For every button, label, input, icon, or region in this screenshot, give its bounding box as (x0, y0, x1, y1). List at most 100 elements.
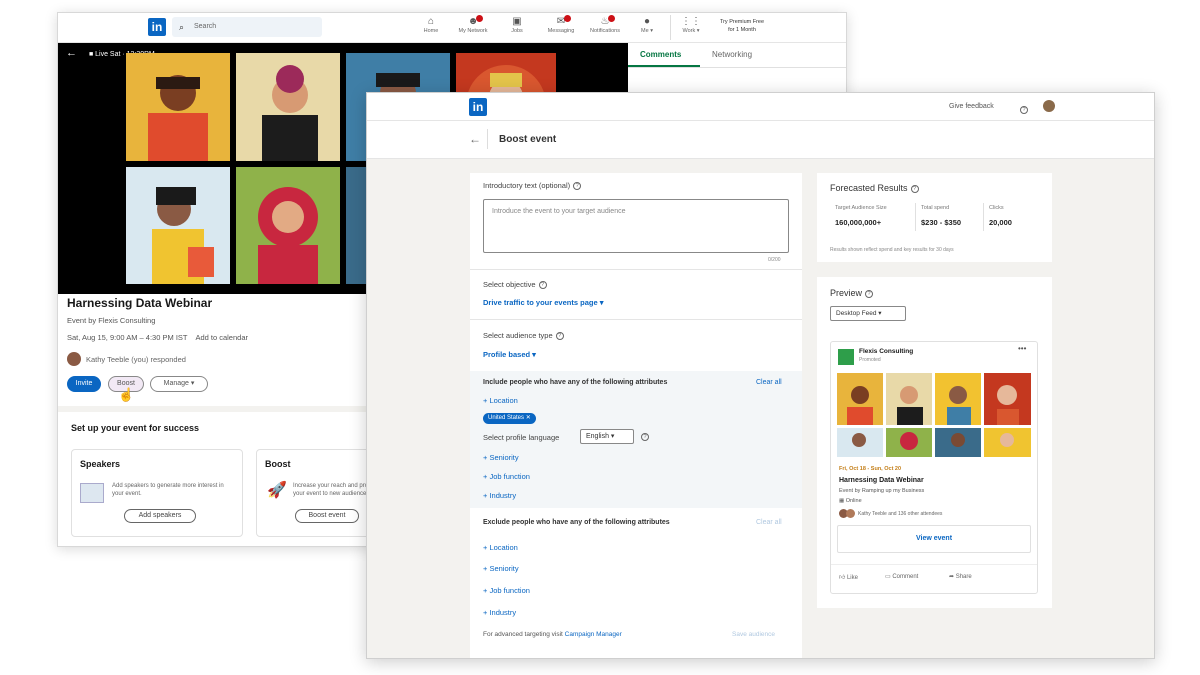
location-chip-united-states[interactable]: United States ✕ (483, 413, 536, 424)
intro-text-input[interactable]: Introduce the event to your target audie… (483, 199, 789, 253)
comment-button[interactable]: ▭ Comment (885, 573, 918, 580)
event-date-text: Sat, Aug 15, 9:00 AM – 4:30 PM IST (67, 333, 188, 342)
like-label: Like (846, 575, 858, 581)
boost-topbar: in Give feedback ? (367, 93, 1154, 121)
attendees-text: Kathy Teeble and 136 other attendees (858, 510, 943, 517)
speakers-illustration-icon (80, 483, 104, 503)
exclude-seniority-button[interactable]: + Seniority (483, 564, 519, 573)
divider (983, 203, 984, 231)
linkedin-logo[interactable]: in (148, 18, 166, 36)
nav-home[interactable]: ⌂ Home (410, 16, 452, 34)
give-feedback-link[interactable]: Give feedback (949, 103, 994, 110)
help-icon[interactable]: ? (538, 281, 547, 290)
artwork-tile (236, 53, 340, 161)
add-location-button[interactable]: + Location (483, 396, 518, 405)
audience-size-value: 160,000,000+ (835, 218, 882, 227)
advanced-targeting-text: For advanced targeting visit Campaign Ma… (483, 631, 622, 638)
search-icon: ⌕ (179, 22, 185, 32)
share-icon: ➦ (949, 574, 956, 580)
linkedin-logo[interactable]: in (469, 98, 487, 116)
forecast-panel: Forecasted Results? Target Audience Size… (817, 173, 1052, 262)
clear-all-disabled: Clear all (756, 519, 782, 526)
help-icon-glyph: ? (1020, 105, 1028, 114)
forecast-title-text: Forecasted Results (830, 183, 908, 193)
clicks-value: 20,000 (989, 218, 1012, 227)
nav-jobs[interactable]: ▣ Jobs (496, 16, 538, 34)
search-placeholder: Search (194, 23, 217, 30)
notification-badge (564, 15, 571, 22)
language-select[interactable]: English ▾ (580, 429, 634, 444)
ad-preview-card: Flexis Consulting Promoted ••• Fri, Oct … (830, 341, 1038, 594)
avatar[interactable] (1043, 100, 1055, 112)
add-seniority-button[interactable]: + Seniority (483, 453, 519, 462)
add-speakers-button[interactable]: Add speakers (124, 509, 196, 523)
artwork-tile (126, 53, 230, 161)
top-navigation: in ⌕ Search ⌂ Home ☻ My Network ▣ Jobs ✉ Mes… (58, 13, 846, 43)
divider (470, 319, 802, 320)
thumbs-up-icon: 👍︎ (839, 575, 847, 581)
nav-me[interactable]: ● Me ▾ (626, 16, 668, 34)
boost-page-header: ← Boost event (367, 121, 1154, 159)
nav-label: Work ▾ (682, 28, 700, 34)
tab-comments[interactable]: Comments (640, 50, 681, 59)
divider (831, 564, 1037, 565)
promoted-label: Promoted (859, 357, 881, 363)
audience-type-dropdown[interactable]: Profile based ▾ (483, 350, 536, 359)
nav-notifications[interactable]: ♨ Notifications (584, 15, 626, 34)
more-options-icon[interactable]: ••• (1018, 344, 1026, 353)
preview-panel: Preview? Desktop Feed ▾ Flexis Consultin… (817, 277, 1052, 608)
premium-link[interactable]: Try Premium Free for 1 Month (713, 18, 771, 34)
char-count: 0/200 (768, 257, 781, 263)
people-icon: ☻ (452, 15, 494, 28)
nav-messaging[interactable]: ✉ Messaging (540, 15, 582, 34)
add-industry-button[interactable]: + Industry (483, 491, 516, 500)
save-audience-button: Save audience (732, 631, 776, 638)
audience-size-label: Target Audience Size (835, 205, 887, 211)
boost-event-button[interactable]: Boost event (295, 509, 359, 523)
help-icon[interactable]: ? (865, 289, 874, 298)
help-icon[interactable]: ? (910, 184, 919, 193)
calendar-icon: ▦ (839, 498, 846, 504)
exclude-job-function-button[interactable]: + Job function (483, 586, 530, 595)
preview-dates: Fri, Oct 18 - Sun, Oct 20 (839, 466, 902, 472)
forecast-title: Forecasted Results? (830, 183, 919, 193)
clear-all-button[interactable]: Clear all (756, 379, 782, 386)
company-name[interactable]: Flexis Consulting (859, 348, 913, 355)
company-logo (838, 349, 854, 365)
help-icon[interactable]: ? (573, 182, 582, 191)
add-job-function-button[interactable]: + Job function (483, 472, 530, 481)
event-organizer[interactable]: Event by Flexis Consulting (67, 316, 155, 325)
preview-online: ▦ Online (839, 498, 862, 504)
help-icon[interactable]: ? (555, 332, 564, 341)
back-arrow-icon[interactable]: ← (469, 132, 481, 146)
add-to-calendar-link[interactable]: Add to calendar (195, 333, 248, 342)
briefcase-icon: ▣ (512, 16, 522, 27)
share-button[interactable]: ➦ Share (949, 573, 972, 580)
like-button[interactable]: 👍︎ Like (839, 573, 858, 581)
forecast-note: Results shown reflect spend and key resu… (830, 247, 954, 253)
help-icon[interactable]: ? (641, 433, 649, 441)
premium-line2: for 1 Month (728, 27, 756, 33)
nav-work[interactable]: ⋮⋮ Work ▾ (670, 16, 712, 34)
artwork-tile (126, 167, 230, 284)
event-title: Harnessing Data Webinar (67, 296, 213, 310)
search-input[interactable]: ⌕ Search (172, 17, 322, 37)
manage-button[interactable]: Manage ▾ (150, 376, 208, 392)
language-label: Select profile language (483, 433, 560, 442)
back-arrow-icon[interactable]: ← (66, 47, 77, 59)
objective-dropdown[interactable]: Drive traffic to your events page ▾ (483, 298, 603, 307)
tab-networking[interactable]: Networking (712, 50, 752, 59)
share-label: Share (955, 574, 972, 580)
audience-type-label: Select audience type? (483, 331, 564, 341)
exclude-location-button[interactable]: + Location (483, 543, 518, 552)
nav-my-network[interactable]: ☻ My Network (452, 15, 494, 34)
exclude-industry-button[interactable]: + Industry (483, 608, 516, 617)
feed-type-select[interactable]: Desktop Feed ▾ (830, 306, 906, 321)
audience-type-label-text: Select audience type (483, 331, 553, 340)
invite-button[interactable]: Invite (67, 376, 101, 392)
help-icon[interactable]: ? (1017, 101, 1028, 119)
view-event-button[interactable]: View event (837, 525, 1031, 553)
campaign-manager-link[interactable]: Campaign Manager (565, 631, 622, 638)
divider (470, 269, 802, 270)
avatar (846, 509, 855, 518)
